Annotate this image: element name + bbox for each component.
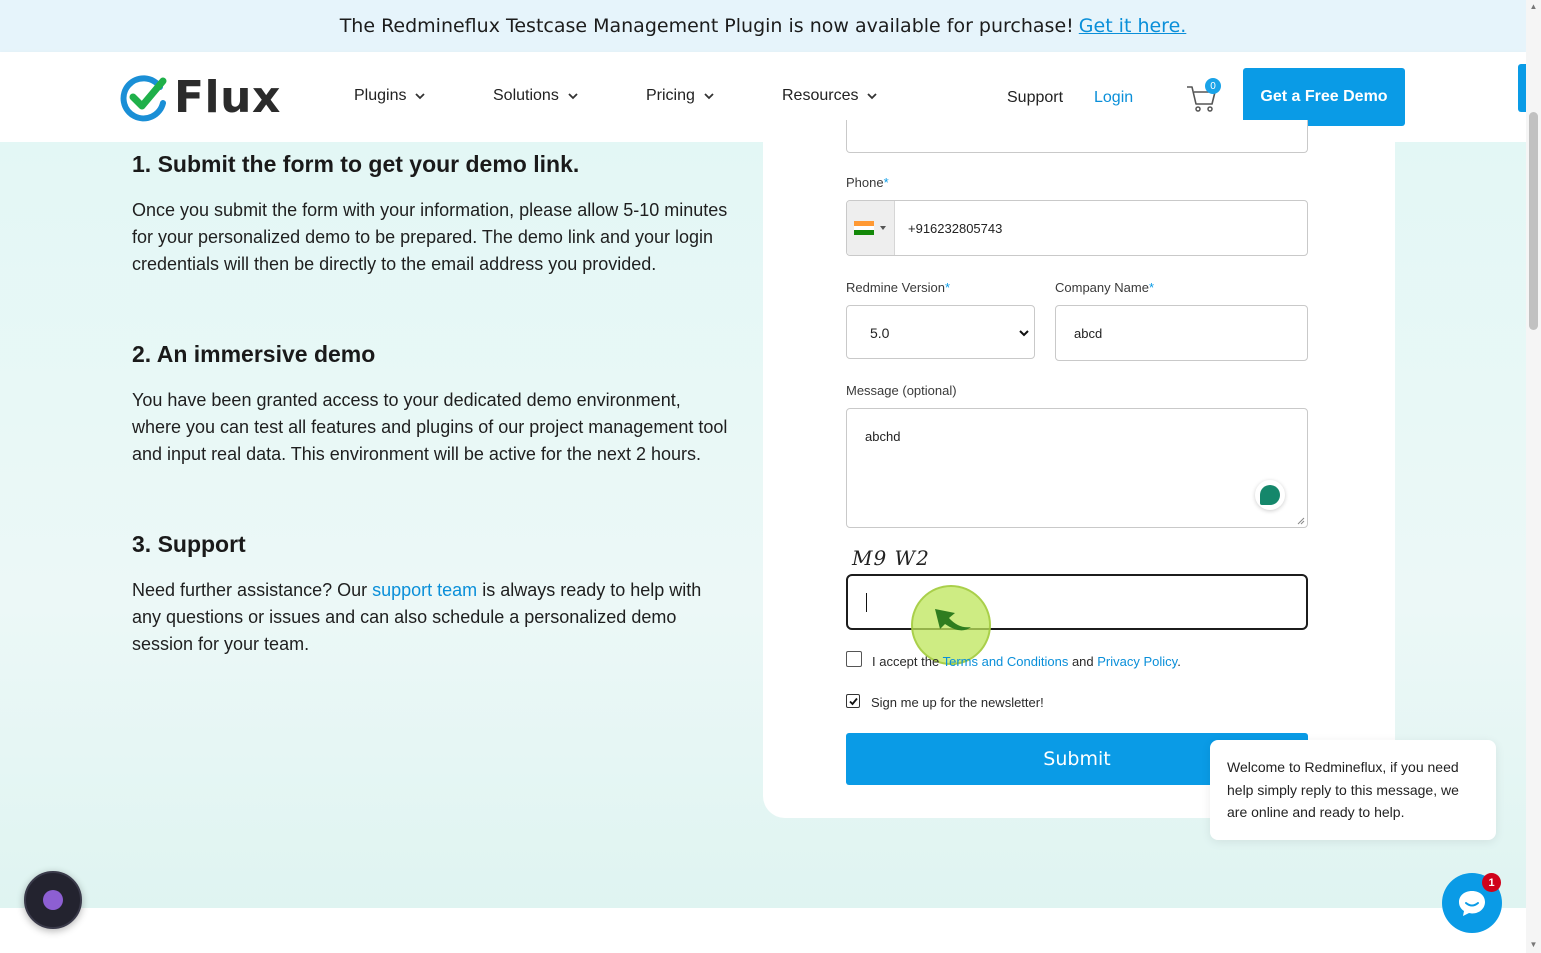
terms-label: I accept the Terms and Conditions and Pr… — [872, 654, 1181, 669]
chevron-down-icon — [704, 93, 714, 100]
step-3-title: 3. Support — [132, 531, 246, 557]
flux-logo[interactable]: Flux — [120, 72, 281, 123]
flux-check-icon — [120, 74, 167, 121]
phone-field[interactable]: +916232805743 — [846, 200, 1308, 256]
logo-wordmark: Flux — [174, 72, 281, 123]
scroll-down-icon[interactable]: ▼ — [1529, 940, 1538, 949]
announcement-text: The Redmineflux Testcase Management Plug… — [339, 15, 1074, 37]
checkmark-icon — [848, 697, 858, 705]
nav-resources-label: Resources — [782, 87, 859, 104]
newsletter-checkbox[interactable] — [846, 694, 860, 708]
nav-plugins-label: Plugins — [354, 87, 407, 104]
announcement-link[interactable]: Get it here. — [1079, 15, 1187, 37]
step-2-body: You have been granted access to your ded… — [132, 390, 728, 464]
privacy-link[interactable]: Privacy Policy — [1097, 654, 1177, 669]
nav-solutions[interactable]: Solutions — [493, 87, 579, 105]
company-name-value: abcd — [1074, 326, 1103, 341]
scrollbar-thumb[interactable] — [1529, 112, 1538, 330]
chevron-down-icon — [568, 93, 578, 100]
captcha-image: M9 W2 — [852, 546, 930, 570]
step-1: 1. Submit the form to get your demo link… — [132, 151, 732, 278]
cart-count-badge: 0 — [1205, 78, 1221, 94]
step-2: 2. An immersive demo You have been grant… — [132, 341, 732, 468]
nav-solutions-label: Solutions — [493, 87, 559, 104]
step-1-title: 1. Submit the form to get your demo link… — [132, 151, 580, 177]
redmine-version-label: Redmine Version* — [846, 280, 951, 295]
assistant-widget-button[interactable] — [24, 871, 82, 929]
chat-unread-badge: 1 — [1482, 873, 1501, 892]
nav-resources[interactable]: Resources — [782, 87, 878, 105]
company-name-field[interactable]: abcd — [1055, 305, 1308, 361]
redmine-version-select[interactable]: 5.0 — [846, 305, 1035, 359]
support-team-link[interactable]: support team — [372, 580, 477, 600]
announcement-bar: The Redmineflux Testcase Management Plug… — [0, 0, 1526, 52]
message-label: Message (optional) — [846, 383, 957, 398]
get-free-demo-button[interactable]: Get a Free Demo — [1243, 68, 1405, 126]
phone-label: Phone* — [846, 175, 889, 190]
step-3: 3. Support Need further assistance? Our … — [132, 531, 732, 658]
cursor-arrow-icon — [935, 609, 971, 631]
step-2-title: 2. An immersive demo — [132, 341, 376, 367]
chat-welcome-bubble[interactable]: Welcome to Redmineflux, if you need help… — [1210, 740, 1496, 840]
assistant-orb-icon — [43, 890, 63, 910]
text-caret — [866, 593, 867, 612]
newsletter-label: Sign me up for the newsletter! — [871, 695, 1044, 710]
message-value: abchd — [865, 429, 901, 444]
footer-area — [0, 908, 1526, 953]
caret-down-icon — [880, 226, 886, 230]
email-field[interactable] — [846, 120, 1308, 153]
step-3-body: Need further assistance? Our support tea… — [132, 577, 732, 658]
click-indicator — [911, 585, 991, 665]
company-name-label: Company Name* — [1055, 280, 1154, 295]
phone-value: +916232805743 — [908, 221, 1003, 236]
terms-link[interactable]: Terms and Conditions — [943, 654, 1069, 669]
nav-pricing[interactable]: Pricing — [646, 87, 715, 105]
chat-icon — [1459, 891, 1485, 916]
side-tab-button[interactable] — [1518, 64, 1526, 112]
terms-checkbox[interactable] — [846, 651, 862, 667]
step-1-body: Once you submit the form with your infor… — [132, 200, 728, 274]
page-scrollbar[interactable]: ▲ ▼ — [1526, 0, 1541, 953]
nav-pricing-label: Pricing — [646, 87, 695, 104]
country-code-select[interactable] — [847, 201, 895, 255]
message-textarea[interactable]: abchd — [846, 408, 1308, 528]
scroll-up-icon[interactable]: ▲ — [1529, 2, 1538, 11]
chevron-down-icon — [415, 93, 426, 100]
india-flag-icon — [854, 221, 874, 236]
nav-support-link[interactable]: Support — [1007, 89, 1063, 107]
step-3-body-text: Need further assistance? Our — [132, 580, 373, 600]
resize-handle-icon[interactable] — [1297, 517, 1305, 525]
chevron-down-icon — [867, 93, 878, 100]
redmine-version-value: 5.0 — [870, 325, 890, 341]
chevron-down-icon — [1019, 330, 1029, 337]
grammarly-icon[interactable] — [1255, 480, 1285, 510]
nav-login-link[interactable]: Login — [1094, 89, 1133, 107]
nav-plugins[interactable]: Plugins — [354, 87, 426, 105]
